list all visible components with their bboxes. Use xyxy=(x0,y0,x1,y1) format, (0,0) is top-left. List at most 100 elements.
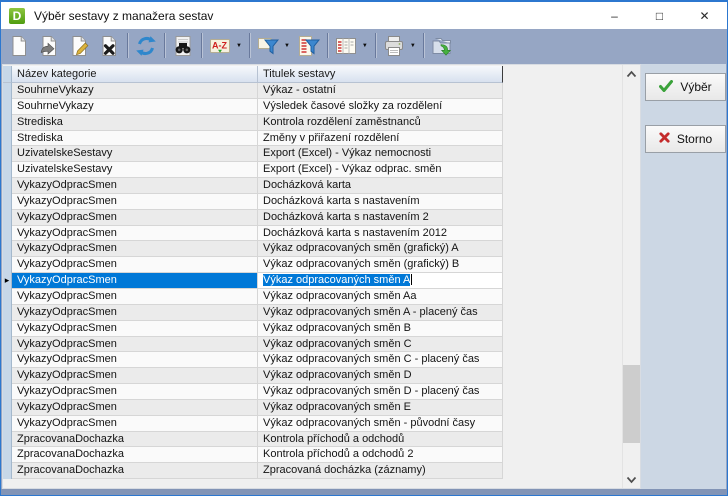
cell-title[interactable]: Výkaz odpracovaných směn D - placený čas xyxy=(258,384,503,400)
dropdown-caret-icon[interactable]: ▼ xyxy=(362,43,368,49)
export-button[interactable] xyxy=(427,32,457,59)
table-row[interactable]: VykazyOdpracSmenVýkaz odpracovaných směn… xyxy=(3,305,503,321)
table-row[interactable]: StrediskaKontrola rozdělení zaměstnanců xyxy=(3,115,503,131)
cell-title[interactable]: Výkaz odpracovaných směn C xyxy=(258,337,503,353)
table-row[interactable]: VykazyOdpracSmenVýkaz odpracovaných směn… xyxy=(3,241,503,257)
cell-title[interactable]: Docházková karta s nastavením xyxy=(258,194,503,210)
cell-category[interactable]: Strediska xyxy=(12,115,258,131)
table-row[interactable]: VykazyOdpracSmenVýkaz odpracovaných směn… xyxy=(3,352,503,368)
cell-category[interactable]: VykazyOdpracSmen xyxy=(12,400,258,416)
column-header-title[interactable]: Titulek sestavy xyxy=(258,66,503,83)
table-row[interactable]: SouhrneVykazyVýsledek časové složky za r… xyxy=(3,99,503,115)
close-button[interactable]: ✕ xyxy=(682,2,727,29)
scroll-up-button[interactable] xyxy=(623,65,640,82)
cell-category[interactable]: VykazyOdpracSmen xyxy=(12,273,258,289)
find-button[interactable] xyxy=(168,32,198,59)
table-row[interactable]: VykazyOdpracSmenVýkaz odpracovaných směn… xyxy=(3,416,503,432)
cell-title[interactable]: Kontrola rozdělení zaměstnanců xyxy=(258,115,503,131)
cell-category[interactable]: ZpracovanaDochazka xyxy=(12,432,258,448)
select-button[interactable]: Výběr xyxy=(645,73,726,101)
cell-title[interactable]: Export (Excel) - Výkaz odprac. směn xyxy=(258,162,503,178)
table-row[interactable]: UzivatelskeSestavyExport (Excel) - Výkaz… xyxy=(3,162,503,178)
filter-settings-button[interactable] xyxy=(294,32,324,59)
cell-title[interactable]: Výkaz odpracovaných směn B xyxy=(258,321,503,337)
table-row[interactable]: StrediskaZměny v přiřazení rozdělení xyxy=(3,131,503,147)
cell-title[interactable]: Výkaz odpracovaných směn E xyxy=(258,400,503,416)
cell-category[interactable]: VykazyOdpracSmen xyxy=(12,241,258,257)
table-row[interactable]: VykazyOdpracSmenVýkaz odpracovaných směn… xyxy=(3,384,503,400)
cell-category[interactable]: VykazyOdpracSmen xyxy=(12,226,258,242)
table-row[interactable]: VykazyOdpracSmenVýkaz odpracovaných směn… xyxy=(3,337,503,353)
cell-title[interactable]: Výkaz odpracovaných směn (grafický) A xyxy=(258,241,503,257)
table-row[interactable]: ZpracovanaDochazkaZpracovaná docházka (z… xyxy=(3,463,503,479)
cell-title[interactable]: Docházková karta s nastavením 2 xyxy=(258,210,503,226)
cell-title[interactable]: Docházková karta s nastavením 2012 xyxy=(258,226,503,242)
dropdown-caret-icon[interactable]: ▼ xyxy=(410,43,416,49)
table-row[interactable]: VykazyOdpracSmenVýkaz odpracovaných směn… xyxy=(3,289,503,305)
table-row[interactable]: VykazyOdpracSmenVýkaz odpracovaných směn… xyxy=(3,368,503,384)
cell-category[interactable]: VykazyOdpracSmen xyxy=(12,384,258,400)
cell-category[interactable]: VykazyOdpracSmen xyxy=(12,289,258,305)
scroll-down-button[interactable] xyxy=(623,471,640,488)
cell-title[interactable]: Docházková karta xyxy=(258,178,503,194)
cell-title[interactable]: Export (Excel) - Výkaz nemocnosti xyxy=(258,146,503,162)
cell-category[interactable]: UzivatelskeSestavy xyxy=(12,162,258,178)
cell-category[interactable]: SouhrneVykazy xyxy=(12,99,258,115)
copy-report-button[interactable] xyxy=(34,32,64,59)
cell-title[interactable]: Zpracovaná docházka (záznamy) xyxy=(258,463,503,479)
table-row[interactable]: ▸VykazyOdpracSmenVýkaz odpracovaných smě… xyxy=(3,273,503,289)
table-row[interactable]: UzivatelskeSestavyExport (Excel) - Výkaz… xyxy=(3,146,503,162)
cell-category[interactable]: VykazyOdpracSmen xyxy=(12,257,258,273)
maximize-button[interactable]: □ xyxy=(637,2,682,29)
filter-button[interactable]: ▼ xyxy=(253,32,294,59)
columns-button[interactable]: ▼ xyxy=(331,32,372,59)
cell-title[interactable]: Změny v přiřazení rozdělení xyxy=(258,131,503,147)
cell-title[interactable]: Kontrola příchodů a odchodů xyxy=(258,432,503,448)
dropdown-caret-icon[interactable]: ▼ xyxy=(236,43,242,49)
cell-category[interactable]: VykazyOdpracSmen xyxy=(12,337,258,353)
print-button[interactable]: ▼ xyxy=(379,32,420,59)
cell-category[interactable]: VykazyOdpracSmen xyxy=(12,321,258,337)
cell-title[interactable]: Výkaz odpracovaných směn (grafický) B xyxy=(258,257,503,273)
refresh-button[interactable] xyxy=(131,32,161,59)
cell-category[interactable]: ZpracovanaDochazka xyxy=(12,447,258,463)
table-row[interactable]: SouhrneVykazyVýkaz - ostatní xyxy=(3,83,503,99)
table-row[interactable]: VykazyOdpracSmenVýkaz odpracovaných směn… xyxy=(3,321,503,337)
cell-category[interactable]: VykazyOdpracSmen xyxy=(12,178,258,194)
cell-category[interactable]: VykazyOdpracSmen xyxy=(12,194,258,210)
cell-title[interactable]: Výkaz odpracovaných směn D xyxy=(258,368,503,384)
cell-category[interactable]: VykazyOdpracSmen xyxy=(12,416,258,432)
table-row[interactable]: VykazyOdpracSmenDocházková karta xyxy=(3,178,503,194)
cell-category[interactable]: VykazyOdpracSmen xyxy=(12,368,258,384)
cancel-button[interactable]: Storno xyxy=(645,125,726,153)
edit-report-button[interactable] xyxy=(64,32,94,59)
table-row[interactable]: ZpracovanaDochazkaKontrola příchodů a od… xyxy=(3,447,503,463)
cell-title[interactable]: Výsledek časové složky za rozdělení xyxy=(258,99,503,115)
new-report-button[interactable] xyxy=(4,32,34,59)
table-row[interactable]: VykazyOdpracSmenDocházková karta s nasta… xyxy=(3,210,503,226)
cell-title[interactable]: Výkaz odpracovaných směn - původní časy xyxy=(258,416,503,432)
table-row[interactable]: ZpracovanaDochazkaKontrola příchodů a od… xyxy=(3,432,503,448)
cell-title[interactable]: Výkaz odpracovaných směn A - placený čas xyxy=(258,305,503,321)
vertical-scrollbar[interactable] xyxy=(622,65,640,488)
delete-report-button[interactable] xyxy=(94,32,124,59)
minimize-button[interactable]: – xyxy=(592,2,637,29)
cell-title[interactable]: Výkaz odpracovaných směn A xyxy=(258,273,503,289)
cell-category[interactable]: ZpracovanaDochazka xyxy=(12,463,258,479)
table-row[interactable]: VykazyOdpracSmenVýkaz odpracovaných směn… xyxy=(3,400,503,416)
scrollbar-thumb[interactable] xyxy=(623,365,640,443)
cell-title[interactable]: Výkaz - ostatní xyxy=(258,83,503,99)
cell-title[interactable]: Výkaz odpracovaných směn C - placený čas xyxy=(258,352,503,368)
cell-category[interactable]: VykazyOdpracSmen xyxy=(12,305,258,321)
table-row[interactable]: VykazyOdpracSmenVýkaz odpracovaných směn… xyxy=(3,257,503,273)
cell-title[interactable]: Výkaz odpracovaných směn Aa xyxy=(258,289,503,305)
cell-category[interactable]: VykazyOdpracSmen xyxy=(12,210,258,226)
cell-category[interactable]: Strediska xyxy=(12,131,258,147)
table-row[interactable]: VykazyOdpracSmenDocházková karta s nasta… xyxy=(3,194,503,210)
cell-category[interactable]: VykazyOdpracSmen xyxy=(12,352,258,368)
sort-az-button[interactable]: A-Z▼ xyxy=(205,32,246,59)
table-row[interactable]: VykazyOdpracSmenDocházková karta s nasta… xyxy=(3,226,503,242)
cell-category[interactable]: SouhrneVykazy xyxy=(12,83,258,99)
cell-title[interactable]: Kontrola příchodů a odchodů 2 xyxy=(258,447,503,463)
column-header-category[interactable]: Název kategorie xyxy=(12,66,258,83)
